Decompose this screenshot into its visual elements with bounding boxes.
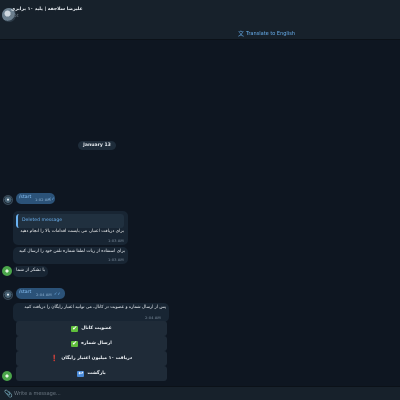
message-text[interactable]: /start xyxy=(19,290,31,296)
message-time: 1:03 AM xyxy=(108,238,124,243)
bot-avatar[interactable] xyxy=(2,371,12,381)
message-bubble[interactable]: پس از ارسال شماره و عضویت در کانال، می ت… xyxy=(13,303,169,322)
keyboard-button-label: عضویت کانال xyxy=(81,326,112,331)
user-avatar[interactable] xyxy=(3,195,13,205)
date-separator: January 13 xyxy=(78,141,116,150)
message-text: برای دریافت اعتبار، می بایست اقدامات بال… xyxy=(20,229,124,234)
keyboard-button-back[interactable]: بازگشت ↩ xyxy=(16,366,167,381)
keyboard-button-label: دریافت ۱۰ میلیون اعتبار رایگان xyxy=(61,356,133,361)
translate-label: Translate to English xyxy=(246,30,295,37)
chat-subtitle: bot xyxy=(11,14,19,19)
keyboard-button-label: بازگشت xyxy=(87,371,106,376)
message-text: برای استفاده از ربات لطفا شماره تلفن خود… xyxy=(18,249,125,254)
chat-title[interactable]: علیرضا سلاجقه | پلید ۱۰ برابری xyxy=(11,7,83,12)
user-avatar[interactable] xyxy=(3,290,13,300)
message-time: 2:04 AM xyxy=(36,291,52,297)
message-bubble[interactable]: /start 1:02 AM ✓✓ xyxy=(16,193,55,204)
attach-icon[interactable]: 📎 xyxy=(4,390,13,398)
message-bubble[interactable]: با تشکر از شما xyxy=(13,266,48,277)
message-input[interactable] xyxy=(14,389,214,399)
message-bubble[interactable]: برای استفاده از ربات لطفا شماره تلفن خود… xyxy=(13,247,128,264)
translate-button[interactable]: 文 Translate to English xyxy=(238,29,295,39)
reply-quote[interactable]: Deleted message xyxy=(16,214,124,228)
check-mark-icon: ✔ xyxy=(71,324,79,332)
message-bubble[interactable]: /start 2:04 AM ✓✓ xyxy=(16,288,65,299)
message-text: پس از ارسال شماره و عضویت در کانال، می ت… xyxy=(24,305,166,310)
message-text: با تشکر از شما xyxy=(16,268,45,273)
deleted-message-label: Deleted message xyxy=(22,218,63,223)
message-composer: 📎 xyxy=(0,386,400,400)
keyboard-button-send-number[interactable]: ارسال شماره ✔ xyxy=(16,336,167,351)
chat-header: علیرضا سلاجقه | پلید ۱۰ برابری bot 文 Tra… xyxy=(0,0,400,40)
translate-icon: 文 xyxy=(238,31,245,38)
keyboard-button-label: ارسال شماره xyxy=(81,341,112,346)
exclamation-icon: ❗ xyxy=(50,355,59,362)
bot-avatar[interactable] xyxy=(2,266,12,276)
read-check-icon: ✓✓ xyxy=(48,196,55,201)
keyboard-button-join-channel[interactable]: عضویت کانال ✔ xyxy=(16,321,167,336)
check-mark-icon: ✔ xyxy=(71,339,79,347)
message-time: 1:03 AM xyxy=(108,257,124,262)
back-arrow-icon: ↩ xyxy=(77,369,85,377)
message-text[interactable]: /start xyxy=(19,195,31,201)
read-check-icon: ✓✓ xyxy=(54,291,61,296)
keyboard-button-free-credit[interactable]: دریافت ۱۰ میلیون اعتبار رایگان ❗ xyxy=(16,351,167,366)
